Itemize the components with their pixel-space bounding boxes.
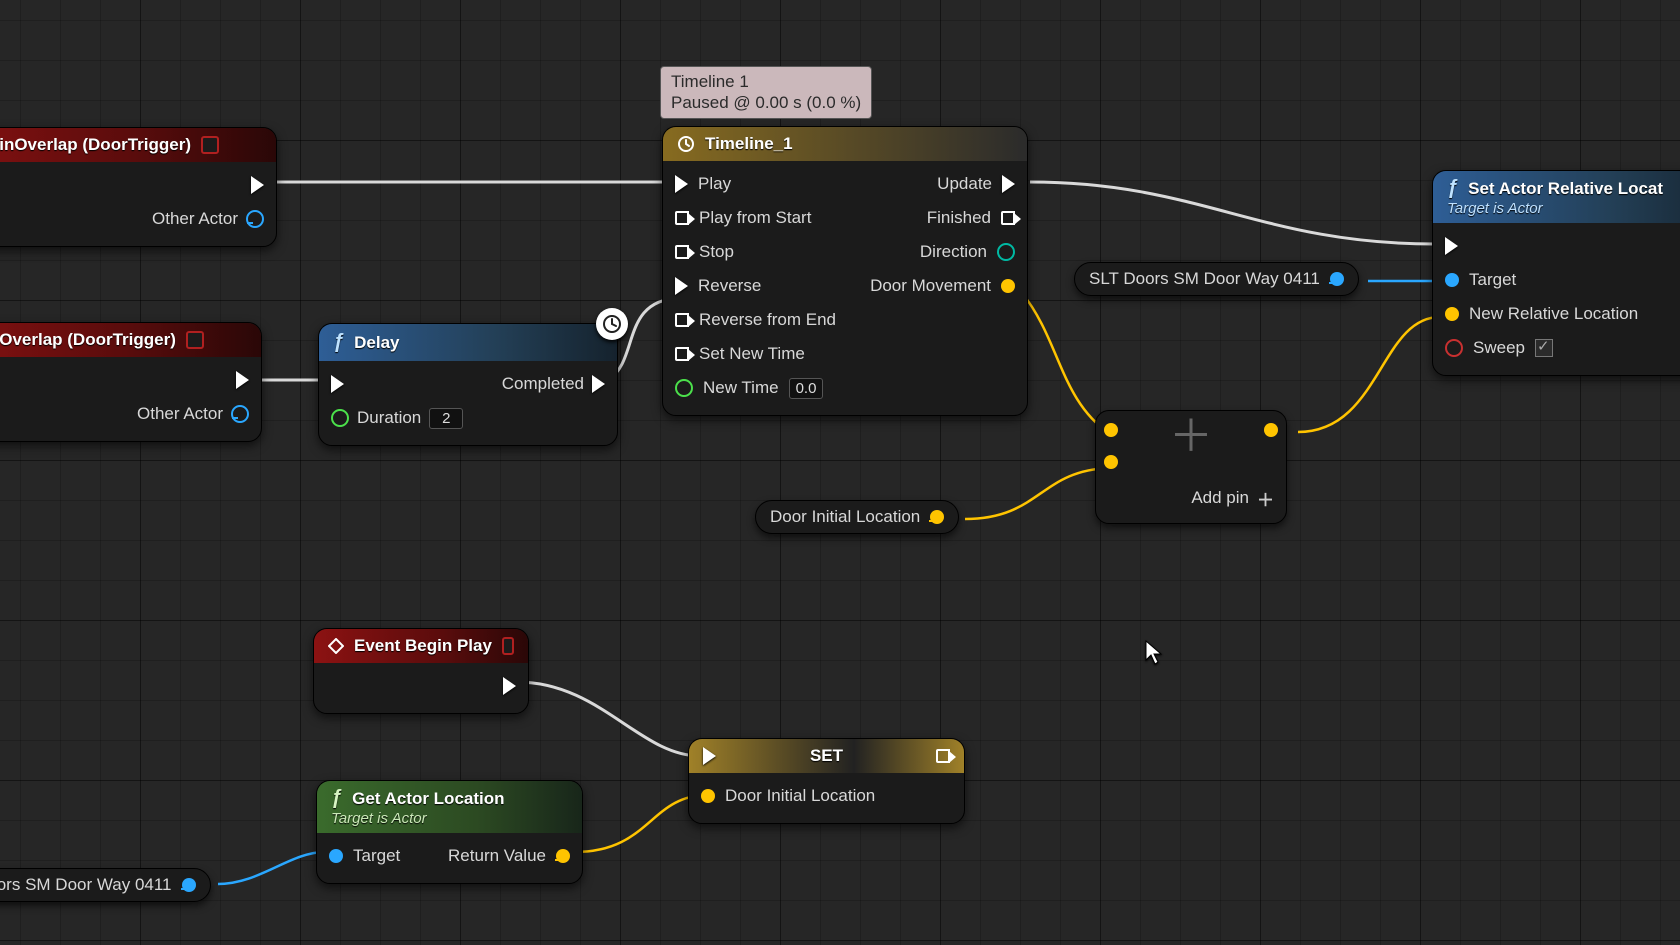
exec-out-pin[interactable] bbox=[936, 749, 950, 763]
exec-in-pin[interactable] bbox=[331, 375, 344, 393]
finished-exec-out[interactable] bbox=[1001, 211, 1015, 225]
var-label: SLT Doors SM Door Way 0411 bbox=[1089, 269, 1320, 289]
variable-ref-doors-door-way[interactable]: Doors SM Door Way 0411 bbox=[0, 868, 211, 902]
target-pin[interactable] bbox=[1445, 273, 1459, 287]
timeline-title: Timeline_1 bbox=[705, 134, 793, 154]
direction-pin[interactable] bbox=[997, 243, 1015, 261]
newtime-pin[interactable] bbox=[675, 379, 693, 397]
target-label: Target bbox=[1469, 270, 1516, 290]
setnewtime-exec-in[interactable] bbox=[675, 347, 689, 361]
update-label: Update bbox=[937, 174, 992, 194]
latent-clock-icon bbox=[596, 308, 628, 340]
set-variable-node[interactable]: SET Door Initial Location bbox=[688, 738, 965, 824]
stop-label: Stop bbox=[699, 242, 734, 262]
exec-in-pin[interactable] bbox=[703, 747, 716, 765]
play-label: Play bbox=[698, 174, 731, 194]
add-pin-label: Add pin bbox=[1191, 488, 1249, 508]
finished-label: Finished bbox=[927, 208, 991, 228]
event-title: Event Begin Play bbox=[354, 636, 492, 656]
set-title: SET bbox=[810, 746, 843, 766]
vector-add-node[interactable]: ＋ Add pin ＋ bbox=[1095, 410, 1287, 524]
setnewtime-label: Set New Time bbox=[699, 344, 805, 364]
clock-icon bbox=[677, 135, 695, 153]
sweep-label: Sweep bbox=[1473, 338, 1525, 358]
delay-title: Delay bbox=[354, 333, 399, 353]
event-end-overlap-node[interactable]: ctorEndOverlap (DoorTrigger) Other Actor bbox=[0, 322, 262, 442]
function-icon: ƒ bbox=[333, 331, 344, 354]
plus-icon-small[interactable]: ＋ bbox=[1257, 486, 1274, 511]
function-icon: ƒ bbox=[1447, 177, 1458, 200]
update-exec-out[interactable] bbox=[1002, 175, 1015, 193]
target-label: Target bbox=[353, 846, 400, 866]
other-actor-label: Other Actor bbox=[152, 209, 238, 229]
set-actor-relative-location-node[interactable]: ƒ Set Actor Relative Locat Target is Act… bbox=[1432, 170, 1680, 376]
event-begin-overlap-node[interactable]: ctorBeginOverlap (DoorTrigger) Other Act… bbox=[0, 127, 277, 247]
delegate-pin[interactable] bbox=[201, 136, 219, 154]
playfromstart-label: Play from Start bbox=[699, 208, 811, 228]
duration-label: Duration bbox=[357, 408, 421, 428]
timeline-node[interactable]: Timeline_1 Play Update Play from Start F… bbox=[662, 126, 1028, 416]
var-label: Door Initial Location bbox=[770, 507, 920, 527]
sweep-pin[interactable] bbox=[1445, 339, 1463, 357]
timeline-tooltip: Timeline 1 Paused @ 0.00 s (0.0 %) bbox=[660, 66, 872, 119]
newrel-pin[interactable] bbox=[1445, 307, 1459, 321]
return-label: Return Value bbox=[448, 846, 546, 866]
exec-out-pin[interactable] bbox=[251, 176, 264, 194]
node-subtitle: Target is Actor bbox=[1447, 200, 1543, 217]
get-actor-location-node[interactable]: ƒ Get Actor Location Target is Actor Tar… bbox=[316, 780, 583, 884]
var-out-pin[interactable] bbox=[182, 878, 196, 892]
node-title: Set Actor Relative Locat bbox=[1468, 179, 1663, 199]
reverse-label: Reverse bbox=[698, 276, 761, 296]
add-out[interactable] bbox=[1264, 423, 1278, 437]
newtime-input[interactable]: 0.0 bbox=[789, 378, 824, 399]
exec-out-pin[interactable] bbox=[236, 371, 249, 389]
playfromstart-exec-in[interactable] bbox=[675, 211, 689, 225]
stop-exec-in[interactable] bbox=[675, 245, 689, 259]
event-title: ctorEndOverlap (DoorTrigger) bbox=[0, 330, 176, 350]
blueprint-graph-canvas[interactable]: Timeline 1 Paused @ 0.00 s (0.0 %) ctorB… bbox=[0, 0, 1680, 945]
exec-in-pin[interactable] bbox=[1445, 237, 1458, 255]
node-subtitle: Target is Actor bbox=[331, 810, 427, 827]
event-icon bbox=[328, 637, 344, 655]
delegate-pin[interactable] bbox=[502, 637, 514, 655]
return-pin[interactable] bbox=[556, 849, 570, 863]
delegate-pin[interactable] bbox=[186, 331, 204, 349]
variable-ref-slt-door[interactable]: SLT Doors SM Door Way 0411 bbox=[1074, 262, 1359, 296]
other-actor-pin[interactable] bbox=[246, 210, 264, 228]
play-exec-in[interactable] bbox=[675, 175, 688, 193]
node-title: Get Actor Location bbox=[352, 789, 504, 809]
sweep-checkbox[interactable] bbox=[1535, 339, 1553, 357]
value-label: Door Initial Location bbox=[725, 786, 875, 806]
other-actor-label: Other Actor bbox=[137, 404, 223, 424]
completed-label: Completed bbox=[502, 374, 584, 394]
duration-pin[interactable] bbox=[331, 409, 349, 427]
var-out-pin[interactable] bbox=[930, 510, 944, 524]
doormovement-label: Door Movement bbox=[870, 276, 991, 296]
reversefromend-exec-in[interactable] bbox=[675, 313, 689, 327]
exec-out-pin[interactable] bbox=[592, 375, 605, 393]
variable-ref-door-initial-location[interactable]: Door Initial Location bbox=[755, 500, 959, 534]
event-title: ctorBeginOverlap (DoorTrigger) bbox=[0, 135, 191, 155]
plus-icon: ＋ bbox=[1169, 415, 1213, 459]
var-label: Doors SM Door Way 0411 bbox=[0, 875, 172, 895]
newrel-label: New Relative Location bbox=[1469, 304, 1638, 324]
value-in-pin[interactable] bbox=[701, 789, 715, 803]
doormovement-pin[interactable] bbox=[1001, 279, 1015, 293]
delay-node[interactable]: ƒ Delay Completed Duration 2 bbox=[318, 323, 618, 446]
tooltip-line1: Timeline 1 bbox=[671, 72, 749, 91]
reverse-exec-in[interactable] bbox=[675, 277, 688, 295]
target-pin[interactable] bbox=[329, 849, 343, 863]
event-begin-play-node[interactable]: Event Begin Play bbox=[313, 628, 529, 714]
newtime-label: New Time bbox=[703, 378, 779, 398]
exec-out-pin[interactable] bbox=[503, 677, 516, 695]
function-icon: ƒ bbox=[331, 787, 342, 810]
add-in-a[interactable] bbox=[1104, 423, 1118, 437]
duration-input[interactable]: 2 bbox=[429, 408, 463, 429]
other-actor-pin[interactable] bbox=[231, 405, 249, 423]
add-in-b[interactable] bbox=[1104, 455, 1118, 469]
direction-label: Direction bbox=[920, 242, 987, 262]
reversefromend-label: Reverse from End bbox=[699, 310, 836, 330]
var-out-pin[interactable] bbox=[1330, 272, 1344, 286]
tooltip-line2: Paused @ 0.00 s (0.0 %) bbox=[671, 93, 861, 112]
